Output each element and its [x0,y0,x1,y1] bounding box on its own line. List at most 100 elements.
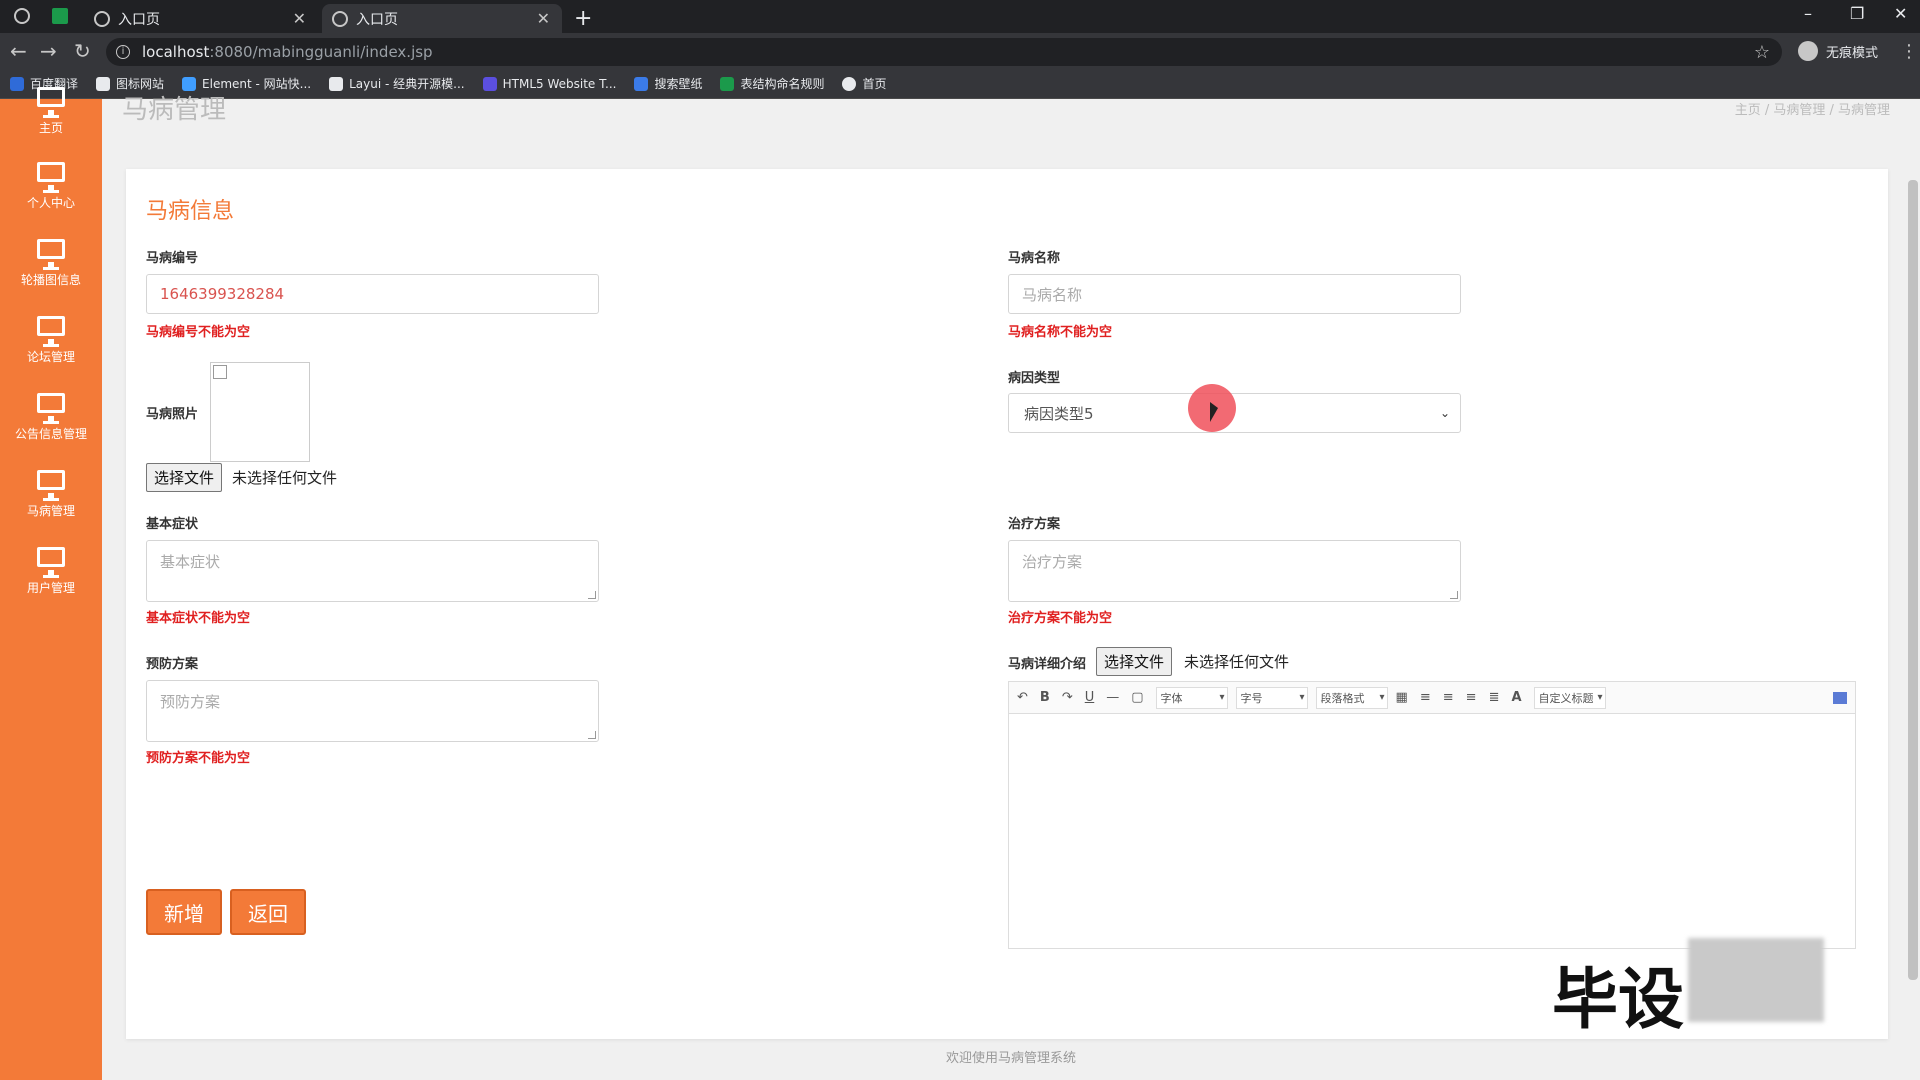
prevention-textarea[interactable]: 预防方案 [146,680,599,742]
form-card: 马病信息 马病编号 1646399328284 马病编号不能为空 马病照片 选择… [126,169,1888,1039]
globe-icon [94,10,110,27]
add-button[interactable]: 新增 [146,889,222,935]
address-bar[interactable]: i localhost :8080/mabingguanli/index.jsp… [106,38,1782,66]
incognito-indicator[interactable]: 无痕模式 [1798,41,1878,61]
close-icon[interactable]: ✕ [537,9,550,28]
resize-grip-icon[interactable] [588,591,596,599]
bookmark-item[interactable]: Layui - 经典开源模... [329,75,465,92]
treatment-placeholder: 治疗方案 [1022,553,1083,571]
detail-file-status: 未选择任何文件 [1184,653,1290,671]
sidebar-item-profile[interactable]: 个人中心 [0,162,102,232]
footer-text: 欢迎使用马病管理系统 [945,1051,1076,1066]
blurred-watermark [1688,938,1824,1022]
rich-text-editor[interactable]: ↶ B ↷ U — ▢ 字体 字号 段落格式 ▦ ≡ ≡ ≡ ≣ A 自定义标题 [1008,681,1856,949]
page-header: 马病管理 主页 / 马病管理 / 马病管理 [102,95,1920,151]
table-icon[interactable]: ▦ [1396,690,1408,705]
sidebar-item-carousel[interactable]: 轮播图信息 [0,239,102,309]
back-button[interactable]: 返回 [230,889,306,935]
align-justify-icon[interactable]: ≣ [1489,690,1500,705]
close-window-icon[interactable]: ✕ [1894,4,1907,23]
bookmark-item[interactable]: 搜索壁纸 [634,75,702,92]
page-title: 马病管理 [122,95,227,125]
broken-image-icon [213,365,227,379]
align-left-icon[interactable]: ≡ [1420,690,1431,705]
card-title: 马病信息 [146,199,235,224]
name-input[interactable]: 马病名称 [1008,274,1461,314]
bookmark-icon [842,76,857,91]
prevention-label: 预防方案 [146,657,199,672]
treatment-label: 治疗方案 [1008,517,1061,532]
treatment-textarea[interactable]: 治疗方案 [1008,540,1461,602]
paragraph-dropdown[interactable]: 段落格式 [1315,686,1388,709]
tab-title: 入口页 [356,11,398,28]
custom-title-dropdown[interactable]: 自定义标题 [1533,686,1606,709]
bookmark-icon [329,76,344,91]
bookmark-item[interactable]: 首页 [842,75,887,92]
sidebar-item-label: 马病管理 [26,504,75,518]
symptom-placeholder: 基本症状 [160,553,221,571]
symptom-textarea[interactable]: 基本症状 [146,540,599,602]
photo-file-status: 未选择任何文件 [232,469,338,487]
browser-tab-active[interactable]: 入口页 ✕ [322,4,562,33]
sidebar-item-forum[interactable]: 论坛管理 [0,316,102,386]
bookmark-item[interactable]: 表结构命名规则 [720,75,824,92]
monitor-icon [37,470,65,501]
page-scrollbar[interactable] [1908,180,1918,980]
star-icon[interactable]: ☆ [1754,42,1770,63]
symptom-error: 基本症状不能为空 [146,611,251,626]
font-color-icon[interactable]: A [1511,690,1521,705]
horizontal-rule-icon[interactable]: — [1106,690,1119,705]
forward-arrow-icon[interactable]: → [40,39,57,63]
code-error: 马病编号不能为空 [146,325,251,340]
bookmark-icon [720,76,735,91]
menu-icon[interactable]: ⋮ [1900,41,1918,62]
breadcrumb[interactable]: 主页 / 马病管理 / 马病管理 [1735,99,1890,118]
minimize-icon[interactable]: – [1804,4,1812,23]
font-dropdown[interactable]: 字体 [1155,686,1228,709]
bold-icon[interactable]: B [1040,690,1050,705]
size-dropdown[interactable]: 字号 [1235,686,1308,709]
bookmark-label: 表结构命名规则 [740,77,825,91]
sidebar: 主页 个人中心 轮播图信息 论坛管理 公告信息管理 马病管理 用户管理 [0,87,102,1080]
treatment-error: 治疗方案不能为空 [1008,611,1113,626]
bookmark-icon [482,76,497,91]
sidebar-item-disease[interactable]: 马病管理 [0,470,102,540]
blank-page-icon[interactable]: ▢ [1131,690,1143,705]
chevron-down-icon: ⌄ [1439,406,1450,420]
new-tab-button[interactable]: + [574,6,592,31]
code-input[interactable]: 1646399328284 [146,274,599,314]
pinned-tab-icon[interactable] [14,8,30,24]
sidebar-item-home[interactable]: 主页 [0,87,102,157]
restore-icon[interactable]: ❐ [1850,4,1864,23]
monitor-icon [37,393,65,424]
sidebar-item-label: 轮播图信息 [20,273,81,287]
sidebar-item-users[interactable]: 用户管理 [0,547,102,617]
browser-tab[interactable]: 入口页 ✕ [84,4,318,33]
prevention-placeholder: 预防方案 [160,693,221,711]
resize-grip-icon[interactable] [1450,591,1458,599]
reload-icon[interactable]: ↻ [74,39,91,63]
main-content: 马病管理 主页 / 马病管理 / 马病管理 马病信息 马病编号 16463993… [102,95,1920,1080]
detail-file-button[interactable]: 选择文件 [1096,647,1173,676]
bookmark-item[interactable]: HTML5 Website T... [482,76,617,91]
photo-file-button[interactable]: 选择文件 [146,463,223,492]
globe-icon [332,10,348,27]
info-icon[interactable]: i [116,45,130,59]
redo-icon[interactable]: ↷ [1062,690,1073,705]
url-path: :8080/mabingguanli/index.jsp [209,43,433,61]
undo-icon[interactable]: ↶ [1017,690,1028,705]
sidebar-item-label: 用户管理 [26,581,75,595]
fullscreen-icon[interactable] [1833,691,1847,704]
tab-title: 入口页 [118,11,160,28]
pinned-sheet-tab-icon[interactable] [52,8,68,24]
resize-grip-icon[interactable] [588,731,596,739]
back-arrow-icon[interactable]: ← [10,39,27,63]
sidebar-item-notice[interactable]: 公告信息管理 [0,393,102,463]
name-label: 马病名称 [1008,251,1061,266]
underline-icon[interactable]: U [1085,690,1095,705]
sidebar-item-label: 主页 [38,121,63,135]
align-center-icon[interactable]: ≡ [1466,690,1477,705]
align-right-icon[interactable]: ≡ [1443,690,1454,705]
bookmark-label: HTML5 Website T... [502,76,617,91]
close-icon[interactable]: ✕ [293,9,306,28]
